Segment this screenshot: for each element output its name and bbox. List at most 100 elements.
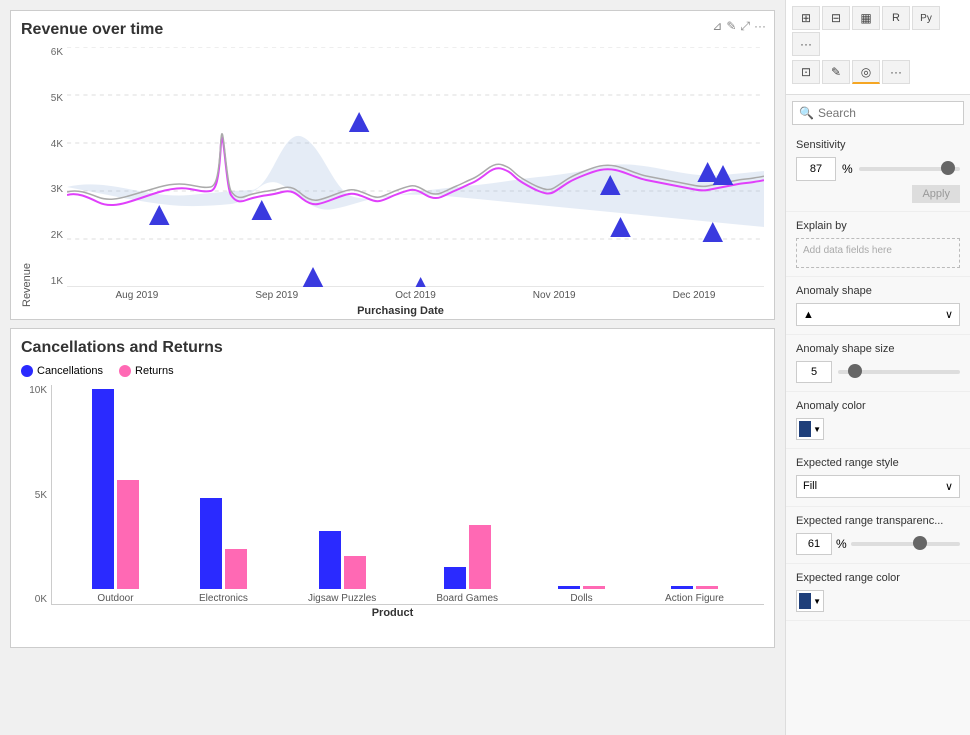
legend-dot-cancellations	[21, 365, 33, 377]
bar-outdoor-returns	[117, 480, 139, 589]
expected-range-transparency-section: Expected range transparenc... %	[786, 507, 970, 564]
y-tick-3k: 3K	[51, 184, 63, 195]
toolbar-btn-more1[interactable]: ···	[792, 32, 820, 56]
search-input[interactable]	[818, 106, 970, 120]
bar-y-5k: 5K	[35, 490, 47, 501]
bar-chart-inner: Outdoor Electronics Jigsaw Puz	[51, 385, 764, 605]
sensitivity-thumb[interactable]	[941, 161, 955, 175]
toolbar-btn-py[interactable]: Py	[912, 6, 940, 30]
line-chart-title: Revenue over time	[21, 21, 764, 39]
toolbar-row-1: ⊞ ⊟ ▦ R Py ···	[792, 6, 964, 56]
anomaly-size-input[interactable]	[796, 361, 832, 383]
bar-y-axis: 10K 5K 0K	[21, 385, 51, 605]
explain-by-section: Explain by Add data fields here	[786, 212, 970, 277]
bar-actionfigure-cancellations	[671, 586, 693, 589]
bar-boardgames-returns	[469, 525, 491, 589]
anomaly-size-slider[interactable]	[838, 370, 960, 374]
bar-group-dolls: Dolls	[558, 586, 605, 604]
anomaly-down-3	[252, 200, 273, 220]
y-tick-2k: 2K	[51, 230, 63, 241]
anomaly-size-thumb[interactable]	[848, 364, 862, 378]
line-chart-panel: ⊿ ✎ ⤢ ··· Revenue over time Revenue 6K 5…	[10, 10, 775, 320]
more-icon[interactable]: ···	[754, 19, 766, 34]
anomaly-size-row	[796, 361, 960, 383]
anomaly-color-picker[interactable]: ▼	[796, 418, 824, 440]
expected-range-style-label: Expected range style	[796, 457, 960, 469]
bar-label-actionfigure: Action Figure	[665, 593, 724, 604]
bar-chart-title: Cancellations and Returns	[21, 339, 764, 357]
line-chart-area: Revenue 6K 5K 4K 3K 2K 1K	[21, 47, 764, 307]
expected-range-transparency-slider[interactable]	[851, 542, 960, 546]
toolbar-btn-matrix[interactable]: ⊟	[822, 6, 850, 30]
bar-label-dolls: Dolls	[570, 593, 592, 604]
bar-jigsaw-cancellations	[319, 531, 341, 589]
expected-range-style-select[interactable]: Fill ∨	[796, 475, 960, 498]
toolbar-row-2: ⊡ ✎ ◎ ···	[792, 60, 964, 84]
bar-actionfigure-returns	[696, 586, 718, 589]
bar-y-0k: 0K	[35, 594, 47, 605]
anomaly-color-swatch	[799, 421, 811, 437]
expected-range-color-label: Expected range color	[796, 572, 960, 584]
expected-range-color-section: Expected range color ▼	[786, 564, 970, 621]
bar-label-boardgames: Board Games	[436, 593, 498, 604]
anomaly-shape-select[interactable]: ▲ ∨	[796, 303, 960, 326]
sensitivity-input[interactable]	[796, 157, 836, 181]
bar-boardgames-cancellations	[444, 567, 466, 589]
sensitivity-label: Sensitivity	[796, 139, 960, 151]
anomaly-shape-chevron: ∨	[945, 308, 953, 321]
bar-chart-panel: Cancellations and Returns Cancellations …	[10, 328, 775, 648]
search-icon: 🔍	[799, 106, 814, 120]
anomaly-down-5	[697, 162, 718, 182]
bar-group-outdoor: Outdoor	[92, 389, 139, 604]
bar-dolls-cancellations	[558, 586, 580, 589]
x-label-nov: Nov 2019	[533, 290, 576, 301]
apply-button[interactable]: Apply	[912, 185, 960, 203]
expected-range-transparency-unit: %	[836, 537, 847, 551]
explain-by-placeholder: Add data fields here	[803, 245, 892, 256]
y-tick-1k: 1K	[51, 276, 63, 287]
filter-icon[interactable]: ⊿	[712, 19, 722, 34]
sensitivity-unit: %	[842, 162, 853, 176]
chart-icon-group: ⊿ ✎ ⤢ ···	[712, 19, 766, 34]
anomaly-shape-label: Anomaly shape	[796, 285, 960, 297]
expected-range-color-swatch	[799, 593, 811, 609]
anomaly-color-label: Anomaly color	[796, 400, 960, 412]
sensitivity-slider[interactable]	[859, 167, 960, 171]
anomaly-shape-value: ▲	[803, 309, 814, 321]
x-label-oct: Oct 2019	[395, 290, 436, 301]
y-tick-4k: 4K	[51, 139, 63, 150]
anomaly-color-section: Anomaly color ▼	[786, 392, 970, 449]
bar-outdoor-cancellations	[92, 389, 114, 589]
expected-range-color-arrow: ▼	[813, 597, 821, 606]
anomaly-color-arrow: ▼	[813, 425, 821, 434]
toolbar-btn-r[interactable]: R	[882, 6, 910, 30]
line-chart-svg	[67, 47, 764, 287]
toolbar-btn-format[interactable]: ✎	[822, 60, 850, 84]
expected-range-style-section: Expected range style Fill ∨	[786, 449, 970, 507]
expected-range-transparency-label: Expected range transparenc...	[796, 515, 960, 527]
expected-range-color-picker[interactable]: ▼	[796, 590, 824, 612]
bar-electronics-returns	[225, 549, 247, 589]
bar-jigsaw-returns	[344, 556, 366, 589]
toolbar-btn-card[interactable]: ▦	[852, 6, 880, 30]
anomaly-size-label: Anomaly shape size	[796, 343, 960, 355]
bar-label-electronics: Electronics	[199, 593, 248, 604]
explain-by-box[interactable]: Add data fields here	[796, 238, 960, 268]
bar-x-axis-label: Product	[21, 607, 764, 619]
expand-icon[interactable]: ⤢	[740, 19, 750, 34]
edit-icon[interactable]: ✎	[726, 19, 736, 34]
anomaly-up-1	[303, 267, 324, 287]
expected-range-transparency-thumb[interactable]	[913, 536, 927, 550]
x-label-dec: Dec 2019	[673, 290, 716, 301]
legend-label-cancellations: Cancellations	[37, 365, 103, 377]
anomaly-shape-section: Anomaly shape ▲ ∨	[786, 277, 970, 335]
toolbar-btn-table[interactable]: ⊞	[792, 6, 820, 30]
bar-dolls-returns	[583, 586, 605, 589]
x-label-aug: Aug 2019	[116, 290, 159, 301]
toolbar-btn-more2[interactable]: ···	[882, 60, 910, 84]
toolbar-btn-grid[interactable]: ⊡	[792, 60, 820, 84]
toolbar-btn-analytics[interactable]: ◎	[852, 60, 880, 84]
expected-range-transparency-input[interactable]	[796, 533, 832, 555]
expected-range-style-chevron: ∨	[945, 480, 953, 493]
bar-label-jigsaw: Jigsaw Puzzles	[308, 593, 376, 604]
